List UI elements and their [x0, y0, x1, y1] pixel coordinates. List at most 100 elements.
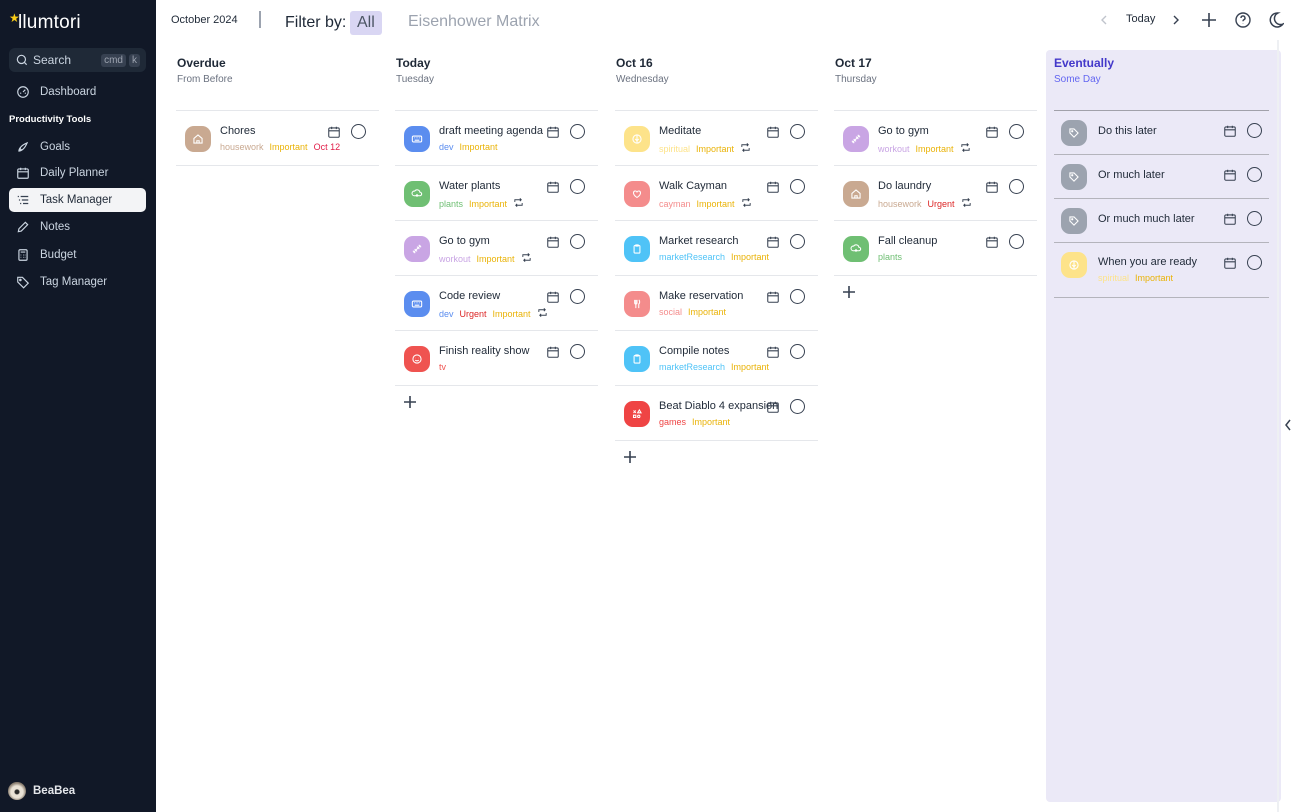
- schedule-button[interactable]: [766, 125, 780, 144]
- task-name[interactable]: Make reservation: [659, 290, 743, 302]
- task-name[interactable]: Walk Cayman: [659, 180, 727, 192]
- add-task-button[interactable]: [403, 393, 606, 413]
- schedule-button[interactable]: [546, 345, 560, 364]
- complete-checkbox[interactable]: [790, 344, 805, 359]
- priority-label[interactable]: Important: [270, 142, 308, 152]
- task-item[interactable]: Finish reality show tv: [395, 331, 598, 386]
- dark-mode-toggle[interactable]: [1266, 10, 1284, 30]
- priority-label[interactable]: Urgent: [928, 199, 955, 209]
- task-item[interactable]: Meditate spiritual Important: [615, 111, 818, 166]
- task-item[interactable]: Code review dev Urgent Important: [395, 276, 598, 331]
- task-name[interactable]: Code review: [439, 290, 500, 302]
- tag-label[interactable]: spiritual: [1098, 273, 1129, 283]
- complete-checkbox[interactable]: [1009, 179, 1024, 194]
- schedule-button[interactable]: [985, 125, 999, 144]
- add-task-button[interactable]: [1201, 10, 1217, 30]
- task-name[interactable]: Go to gym: [878, 125, 929, 137]
- complete-checkbox[interactable]: [570, 234, 585, 249]
- sidebar-item-dashboard[interactable]: Dashboard: [9, 80, 146, 104]
- priority-label[interactable]: Important: [731, 252, 769, 262]
- complete-checkbox[interactable]: [790, 289, 805, 304]
- task-item[interactable]: Water plants plants Important: [395, 166, 598, 221]
- tag-label[interactable]: dev: [439, 309, 454, 319]
- task-name[interactable]: draft meeting agenda: [439, 125, 543, 137]
- task-name[interactable]: Do laundry: [878, 180, 931, 192]
- priority-label[interactable]: Important: [1135, 273, 1173, 283]
- priority-label[interactable]: Important: [493, 309, 531, 319]
- tag-label[interactable]: social: [659, 307, 682, 317]
- task-name[interactable]: When you are ready: [1098, 256, 1197, 268]
- schedule-button[interactable]: [1223, 256, 1237, 275]
- complete-checkbox[interactable]: [1009, 234, 1024, 249]
- task-item[interactable]: Go to gym workout Important: [395, 221, 598, 276]
- schedule-button[interactable]: [1223, 168, 1237, 187]
- task-item[interactable]: Walk Cayman cayman Important: [615, 166, 818, 221]
- today-button[interactable]: Today: [1126, 13, 1155, 25]
- task-name[interactable]: Go to gym: [439, 235, 490, 247]
- sidebar-item-notes[interactable]: Notes: [9, 215, 146, 239]
- tag-label[interactable]: workout: [878, 144, 910, 154]
- task-name[interactable]: Water plants: [439, 180, 500, 192]
- schedule-button[interactable]: [766, 180, 780, 199]
- task-item[interactable]: Do laundry housework Urgent: [834, 166, 1037, 221]
- complete-checkbox[interactable]: [570, 289, 585, 304]
- tag-label[interactable]: tv: [439, 362, 446, 372]
- task-name[interactable]: Fall cleanup: [878, 235, 937, 247]
- tag-label[interactable]: marketResearch: [659, 362, 725, 372]
- task-name[interactable]: Do this later: [1098, 125, 1157, 137]
- tag-label[interactable]: cayman: [659, 199, 691, 209]
- task-item[interactable]: draft meeting agenda dev Important: [395, 111, 598, 166]
- help-button[interactable]: [1234, 10, 1252, 30]
- schedule-button[interactable]: [546, 180, 560, 199]
- task-item[interactable]: Do this later: [1054, 111, 1269, 155]
- complete-checkbox[interactable]: [1247, 167, 1262, 182]
- complete-checkbox[interactable]: [570, 344, 585, 359]
- complete-checkbox[interactable]: [790, 179, 805, 194]
- task-name[interactable]: Compile notes: [659, 345, 729, 357]
- schedule-button[interactable]: [1223, 212, 1237, 231]
- complete-checkbox[interactable]: [790, 399, 805, 414]
- task-item[interactable]: Make reservation social Important: [615, 276, 818, 331]
- tag-label[interactable]: marketResearch: [659, 252, 725, 262]
- task-name[interactable]: Meditate: [659, 125, 701, 137]
- sidebar-item-tag-manager[interactable]: Tag Manager: [9, 270, 146, 294]
- tag-label[interactable]: plants: [878, 252, 902, 262]
- schedule-button[interactable]: [1223, 124, 1237, 143]
- priority-label[interactable]: Urgent: [460, 309, 487, 319]
- complete-checkbox[interactable]: [1247, 255, 1262, 270]
- sidebar-item-task-manager[interactable]: Task Manager: [9, 188, 146, 212]
- task-name[interactable]: Or much much later: [1098, 213, 1195, 225]
- tag-label[interactable]: housework: [220, 142, 264, 152]
- add-task-button[interactable]: [842, 283, 1045, 303]
- task-item[interactable]: Beat Diablo 4 expansion games Important: [615, 386, 818, 441]
- priority-label[interactable]: Important: [696, 144, 734, 154]
- priority-label[interactable]: Important: [469, 199, 507, 209]
- complete-checkbox[interactable]: [1247, 211, 1262, 226]
- priority-label[interactable]: Important: [697, 199, 735, 209]
- complete-checkbox[interactable]: [570, 124, 585, 139]
- task-name[interactable]: Chores: [220, 125, 255, 137]
- schedule-button[interactable]: [766, 345, 780, 364]
- search-input[interactable]: Search cmd k: [9, 48, 146, 72]
- tag-label[interactable]: workout: [439, 254, 471, 264]
- task-item[interactable]: Or much much later: [1054, 199, 1269, 243]
- schedule-button[interactable]: [546, 290, 560, 309]
- priority-label[interactable]: Important: [731, 362, 769, 372]
- task-name[interactable]: Finish reality show: [439, 345, 529, 357]
- priority-label[interactable]: Important: [460, 142, 498, 152]
- task-name[interactable]: Market research: [659, 235, 738, 247]
- priority-label[interactable]: Important: [688, 307, 726, 317]
- expand-panel-button[interactable]: [1283, 418, 1293, 437]
- schedule-button[interactable]: [985, 235, 999, 254]
- complete-checkbox[interactable]: [570, 179, 585, 194]
- schedule-button[interactable]: [546, 235, 560, 254]
- priority-label[interactable]: Important: [916, 144, 954, 154]
- tag-label[interactable]: plants: [439, 199, 463, 209]
- schedule-button[interactable]: [766, 235, 780, 254]
- schedule-button[interactable]: [985, 180, 999, 199]
- schedule-button[interactable]: [546, 125, 560, 144]
- task-item[interactable]: Compile notes marketResearch Important: [615, 331, 818, 386]
- user-profile[interactable]: BeaBea: [8, 782, 75, 800]
- priority-label[interactable]: Important: [692, 417, 730, 427]
- tag-label[interactable]: dev: [439, 142, 454, 152]
